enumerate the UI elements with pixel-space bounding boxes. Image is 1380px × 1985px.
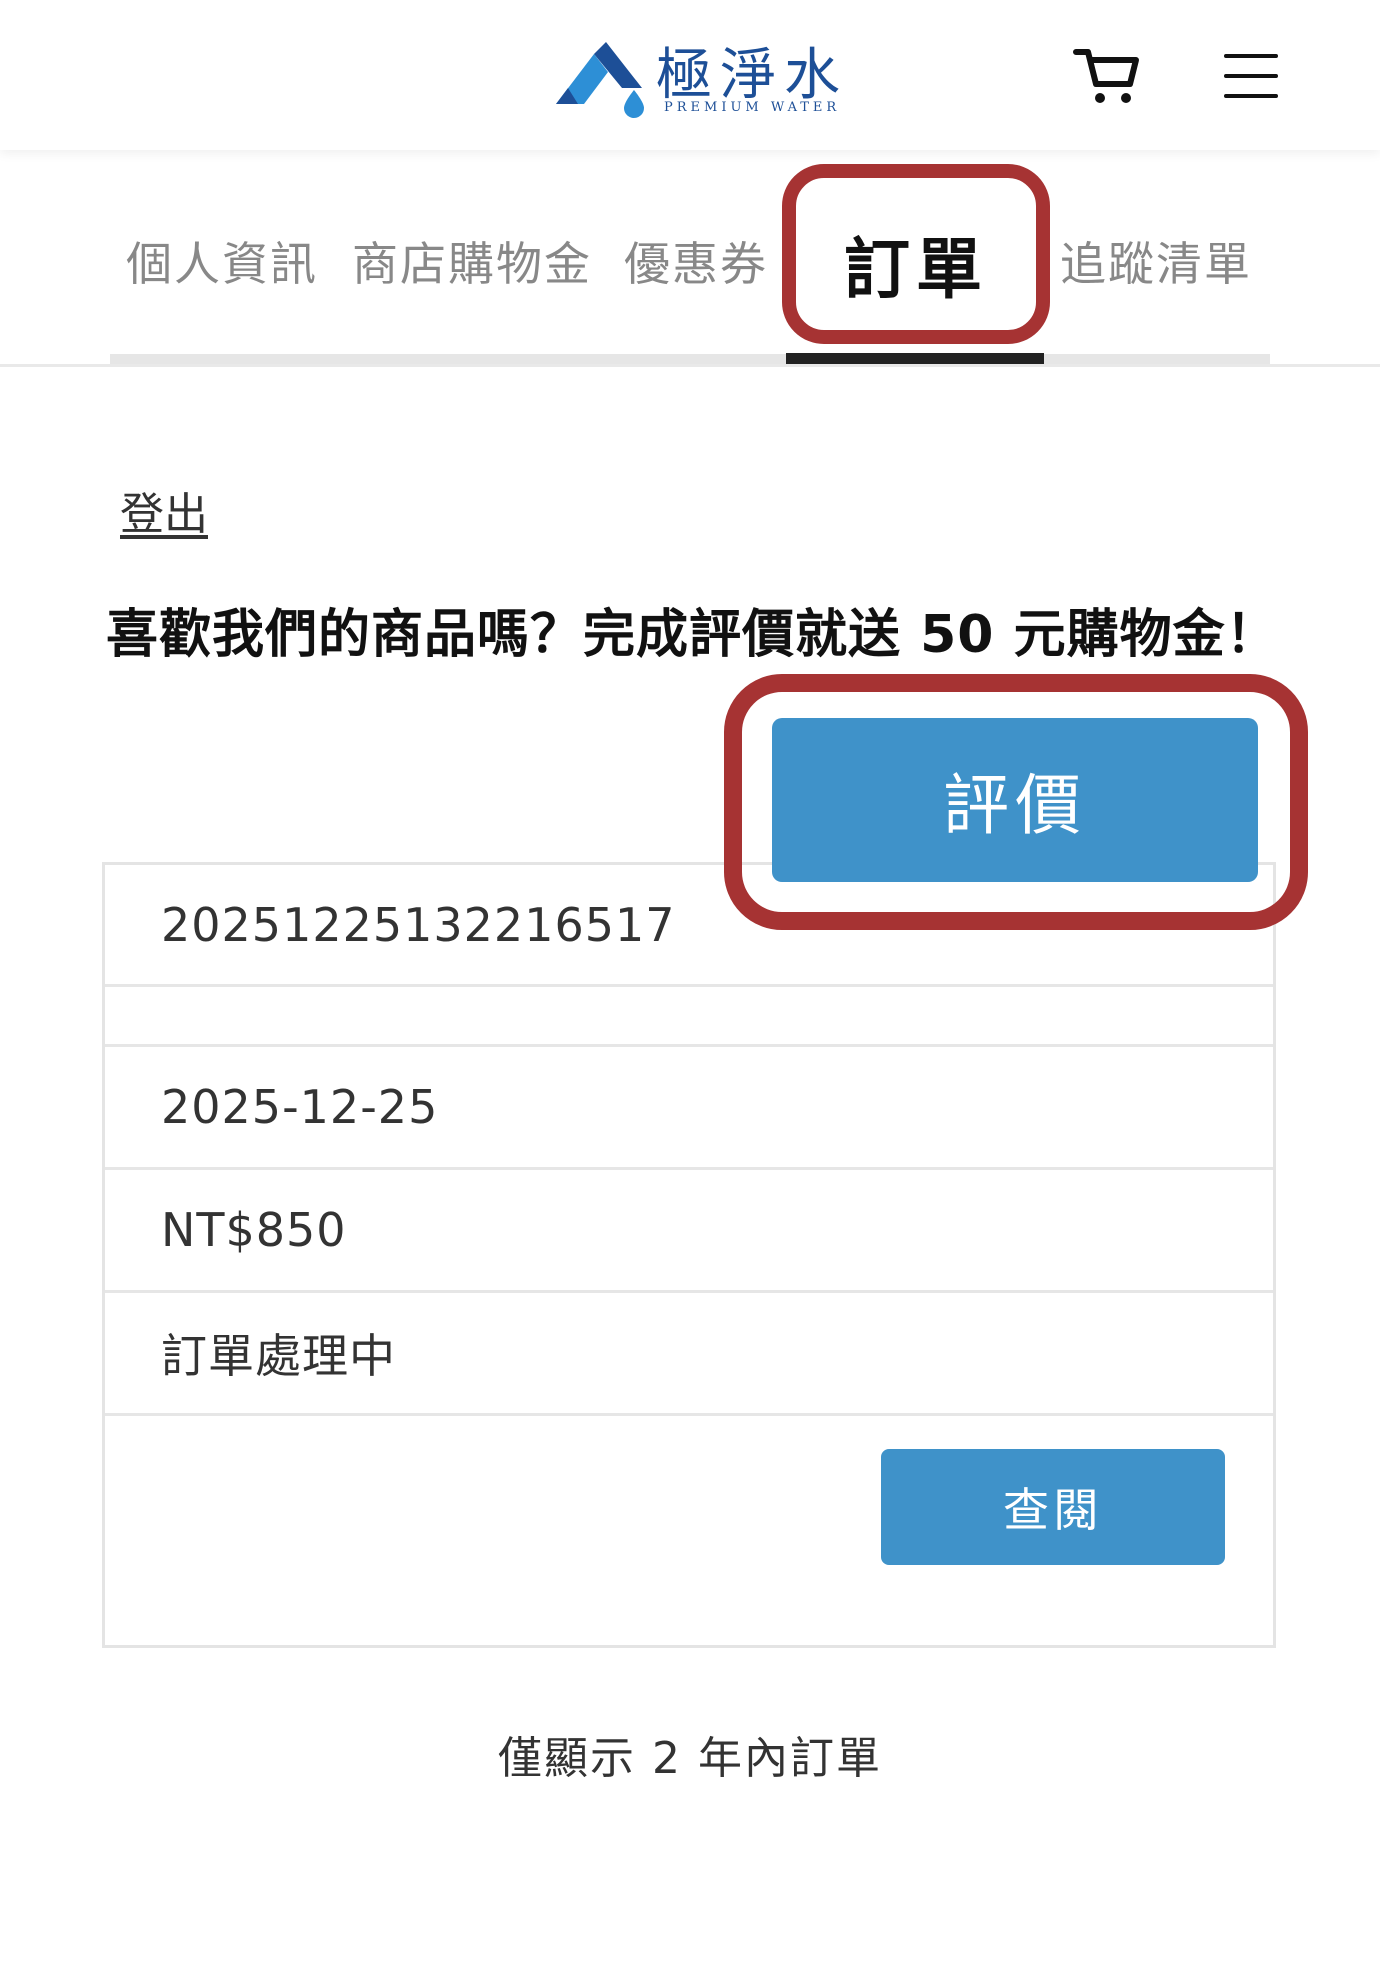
brand-logo[interactable]: 極淨水 PREMIUM WATER bbox=[548, 30, 841, 120]
hamburger-menu-icon bbox=[1224, 54, 1278, 58]
order-total: NT$850 bbox=[105, 1170, 1273, 1293]
order-card: 20251225132216517 2025-12-25 NT$850 訂單處理… bbox=[102, 862, 1276, 1648]
highlight-frame-orders-tab bbox=[782, 164, 1050, 344]
order-status: 訂單處理中 bbox=[105, 1293, 1273, 1416]
order-date: 2025-12-25 bbox=[105, 1047, 1273, 1170]
cart-button[interactable] bbox=[1072, 46, 1142, 106]
brand-name-chinese: 極淨水 bbox=[656, 43, 848, 108]
active-tab-indicator bbox=[786, 353, 1044, 364]
logout-link[interactable]: 登出 bbox=[120, 478, 208, 542]
hamburger-menu-icon-line bbox=[1224, 74, 1278, 78]
hamburger-menu-icon-line bbox=[1224, 94, 1278, 98]
order-history-note: 僅顯示 2 年內訂單 bbox=[498, 1733, 882, 1784]
cart-icon bbox=[1073, 49, 1139, 103]
tabs-divider bbox=[0, 364, 1380, 367]
tab-store-credit[interactable]: 商店購物金 bbox=[352, 228, 592, 294]
tab-profile[interactable]: 個人資訊 bbox=[126, 228, 318, 294]
account-tabs: 個人資訊 商店購物金 優惠券 訂單 追蹤清單 bbox=[0, 150, 1380, 368]
view-order-button[interactable]: 查閱 bbox=[881, 1449, 1225, 1565]
tab-wishlist[interactable]: 追蹤清單 bbox=[1060, 228, 1252, 294]
mountain-drop-logo-icon bbox=[556, 42, 644, 118]
menu-button[interactable] bbox=[1222, 52, 1280, 100]
review-button[interactable]: 評價 bbox=[772, 718, 1258, 882]
brand-name-english: PREMIUM WATER bbox=[664, 100, 841, 115]
review-promo-text: 喜歡我們的商品嗎？完成評價就送 50 元購物金！ bbox=[106, 605, 1279, 665]
tab-track bbox=[110, 354, 1270, 364]
order-row-empty bbox=[105, 987, 1273, 1047]
page: 極淨水 PREMIUM WATER 個人資訊 商店購物金 優惠券 訂單 追蹤清單… bbox=[0, 0, 1380, 1985]
tab-coupons[interactable]: 優惠券 bbox=[624, 228, 768, 294]
site-header: 極淨水 PREMIUM WATER bbox=[0, 0, 1380, 150]
